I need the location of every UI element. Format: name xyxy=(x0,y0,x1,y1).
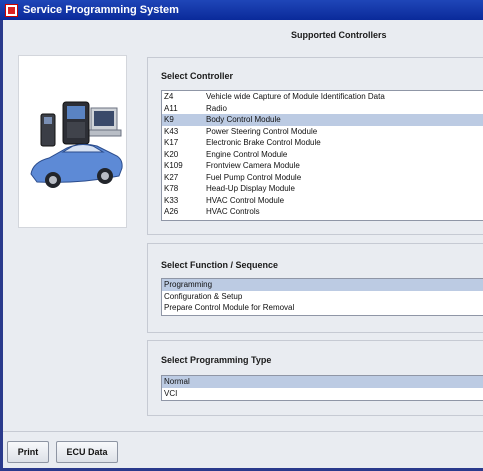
title-bar: Service Programming System xyxy=(0,0,483,20)
list-item[interactable]: K33 HVAC Control Module xyxy=(162,195,483,207)
function-panel: Select Function / Sequence Programming C… xyxy=(147,243,483,333)
ecu-data-button[interactable]: ECU Data xyxy=(56,441,118,463)
function-section-title: Select Function / Sequence xyxy=(161,260,279,270)
list-item[interactable]: A11 Radio xyxy=(162,103,483,115)
list-item[interactable]: Prepare Control Module for Removal xyxy=(162,302,483,314)
print-button[interactable]: Print xyxy=(7,441,49,463)
list-item[interactable]: K20 Engine Control Module xyxy=(162,149,483,161)
list-item-selected[interactable]: K9 Body Control Module xyxy=(162,114,483,126)
app-icon xyxy=(5,3,18,17)
list-item[interactable]: A26 HVAC Controls xyxy=(162,206,483,218)
scan-tool-and-car-illustration xyxy=(30,101,123,188)
list-item[interactable]: K17 Electronic Brake Control Module xyxy=(162,137,483,149)
main-window: Supported Controllers Select Controller xyxy=(3,20,483,468)
page-title: Supported Controllers xyxy=(291,30,387,40)
list-item[interactable]: K78 Head-Up Display Module xyxy=(162,183,483,195)
list-item[interactable]: K109 Frontview Camera Module xyxy=(162,160,483,172)
controller-list[interactable]: Z4 Vehicle wide Capture of Module Identif… xyxy=(161,90,483,221)
list-item[interactable]: VCI xyxy=(162,388,483,400)
list-item-selected[interactable]: Normal xyxy=(162,376,483,388)
function-list[interactable]: Programming Configuration & Setup Prepar… xyxy=(161,278,483,316)
illustration-panel xyxy=(18,55,127,228)
controller-panel: Select Controller Z4 Vehicle wide Capture… xyxy=(147,57,483,235)
programming-type-panel: Select Programming Type Normal VCI xyxy=(147,340,483,416)
programming-type-list[interactable]: Normal VCI xyxy=(161,375,483,401)
controller-section-title: Select Controller xyxy=(161,71,234,81)
header-area: Supported Controllers xyxy=(3,20,483,52)
list-item[interactable]: K43 Power Steering Control Module xyxy=(162,126,483,138)
bottom-divider xyxy=(3,431,483,432)
list-item[interactable]: Configuration & Setup xyxy=(162,291,483,303)
list-item[interactable]: K27 Fuel Pump Control Module xyxy=(162,172,483,184)
list-item-selected[interactable]: Programming xyxy=(162,279,483,291)
programming-type-section-title: Select Programming Type xyxy=(161,355,272,365)
list-item[interactable]: Z4 Vehicle wide Capture of Module Identif… xyxy=(162,91,483,103)
window-title: Service Programming System xyxy=(23,4,179,16)
